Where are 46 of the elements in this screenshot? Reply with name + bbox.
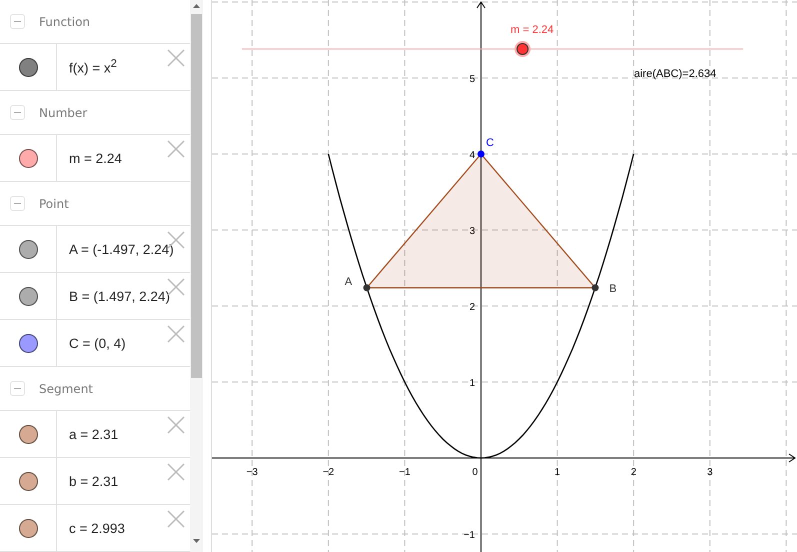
y-tick-label: 4 [469, 150, 475, 161]
visibility-dot[interactable] [18, 518, 38, 538]
point-label: A [344, 276, 352, 288]
visibility-dot[interactable] [18, 472, 38, 490]
visibility-dot[interactable] [18, 334, 38, 352]
visibility-dot[interactable] [18, 240, 38, 258]
group-title: Number [39, 106, 88, 120]
x-tick-label: −2 [322, 467, 334, 478]
algebra-expression[interactable]: A = (-1.497, 2.24) [57, 242, 174, 256]
point-label: B [609, 282, 617, 295]
x-tick-label: −1 [399, 467, 410, 478]
y-tick-label: −1 [464, 530, 475, 541]
visibility-dot[interactable] [18, 286, 38, 306]
group-title: Function [39, 14, 90, 28]
point-label: C [486, 137, 494, 149]
algebra-expression[interactable]: f(x) = x$^{2}$ [57, 58, 117, 76]
point[interactable] [363, 284, 370, 292]
algebra-expression[interactable]: m = 2.24 [57, 150, 122, 166]
algebra-expression[interactable]: c = 2.993 [57, 520, 125, 536]
scrollbar[interactable] [190, 0, 203, 552]
group-title: Point [39, 196, 69, 210]
x-tick-label: 2 [630, 467, 636, 478]
x-tick-label: 1 [554, 467, 560, 478]
visibility-dot[interactable] [18, 148, 38, 168]
algebra-expression[interactable]: b = 2.31 [57, 474, 118, 488]
visibility-dot[interactable] [18, 424, 38, 444]
area-text: aire(ABC)=2.634 [634, 68, 716, 80]
scroll-up-icon[interactable] [193, 4, 200, 8]
point[interactable] [592, 284, 599, 292]
algebra-expression[interactable]: B = (1.497, 2.24) [57, 288, 170, 304]
x-tick-label: −3 [246, 467, 258, 478]
y-tick-label: 3 [469, 226, 475, 237]
x-tick-label: 0 [472, 467, 478, 478]
algebra-expression[interactable]: a = 2.31 [57, 426, 118, 442]
point[interactable] [478, 150, 484, 158]
slider-label: m = 2.24 [510, 24, 554, 36]
y-tick-label: 5 [469, 74, 475, 85]
x-tick-label: 3 [707, 467, 713, 478]
y-tick-label: 1 [469, 378, 475, 389]
group-title: Segment [39, 382, 93, 396]
y-tick-label: 2 [469, 302, 475, 313]
scroll-down-icon[interactable] [193, 539, 200, 543]
scroll-thumb[interactable] [191, 14, 202, 378]
visibility-dot[interactable] [18, 58, 38, 76]
algebra-expression[interactable]: C = (0, 4) [57, 336, 126, 350]
slider-thumb[interactable] [514, 41, 531, 57]
